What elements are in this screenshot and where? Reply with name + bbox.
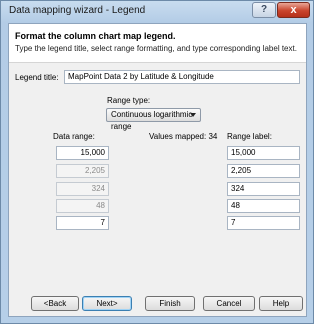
close-icon[interactable]: x	[277, 2, 310, 18]
legend-title-label: Legend title:	[15, 73, 59, 82]
chevron-down-icon	[190, 113, 196, 117]
data-range-input-4: 48	[56, 199, 109, 213]
range-type-label: Range type:	[107, 96, 151, 105]
title-bar[interactable]: Data mapping wizard - Legend ? x	[1, 1, 313, 23]
range-label-input-3[interactable]: 324	[227, 182, 300, 196]
page-title: Format the column chart map legend.	[15, 31, 176, 41]
range-label-input-2[interactable]: 2,205	[227, 164, 300, 178]
wizard-window: Data mapping wizard - Legend ? x Format …	[0, 0, 314, 324]
data-range-header: Data range:	[53, 132, 95, 141]
header-band: Format the column chart map legend. Type…	[9, 24, 306, 63]
range-type-value: Continuous logarithmic range	[111, 110, 193, 131]
range-type-dropdown[interactable]: Continuous logarithmic range	[106, 108, 201, 131]
range-label-input-5[interactable]: 7	[227, 216, 300, 230]
range-label-input-1[interactable]: 15,000	[227, 146, 300, 160]
data-range-input-3: 324	[56, 182, 109, 196]
next-button[interactable]: Next>	[82, 296, 132, 311]
range-label-header: Range label:	[227, 132, 272, 141]
help-button[interactable]: Help	[259, 296, 303, 311]
back-button[interactable]: <Back	[31, 296, 79, 311]
data-range-input-5[interactable]: 7	[56, 216, 109, 230]
data-range-input-2: 2,205	[56, 164, 109, 178]
legend-title-input[interactable]: MapPoint Data 2 by Latitude & Longitude	[64, 70, 300, 84]
window-title: Data mapping wizard - Legend	[9, 5, 146, 16]
help-icon[interactable]: ?	[252, 2, 276, 18]
wizard-body: Format the column chart map legend. Type…	[8, 23, 307, 317]
cancel-button[interactable]: Cancel	[203, 296, 255, 311]
values-mapped-text: Values mapped: 34	[149, 132, 218, 141]
data-range-input-1[interactable]: 15,000	[56, 146, 109, 160]
page-subtitle: Type the legend title, select range form…	[15, 44, 297, 53]
range-label-input-4[interactable]: 48	[227, 199, 300, 213]
finish-button[interactable]: Finish	[145, 296, 195, 311]
